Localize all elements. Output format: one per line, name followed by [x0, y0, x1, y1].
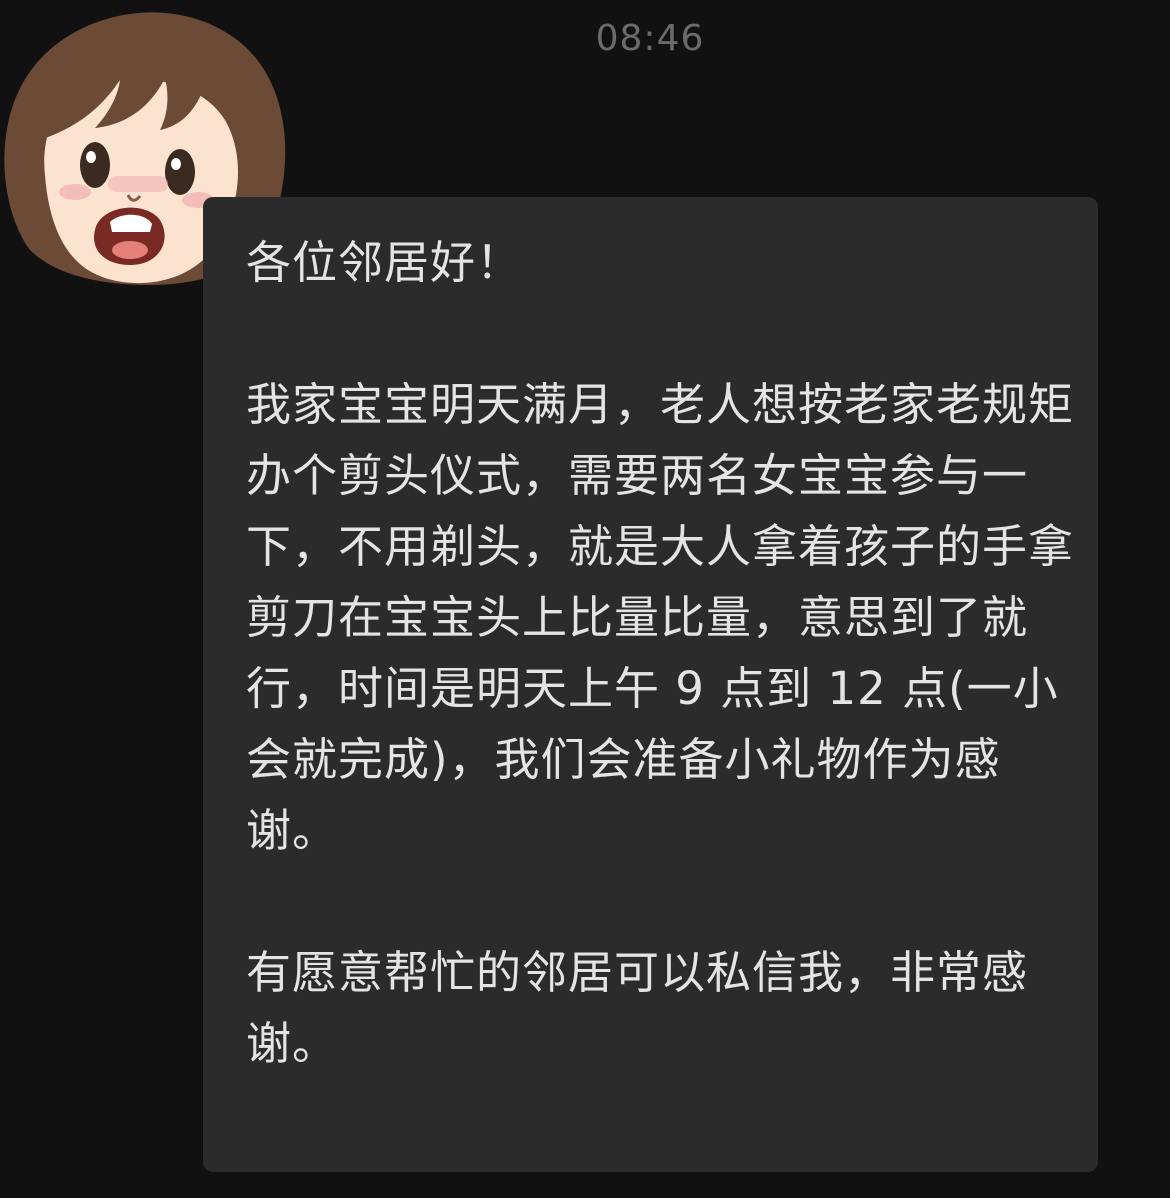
message-bubble[interactable]: 各位邻居好！ 我家宝宝明天满月，老人想按老家老规矩办个剪头仪式，需要两名女宝宝参…: [203, 197, 1098, 1172]
message-greeting: 各位邻居好！: [246, 236, 523, 289]
message-text: 各位邻居好！ 我家宝宝明天满月，老人想按老家老规矩办个剪头仪式，需要两名女宝宝参…: [246, 227, 1076, 1079]
message-body: 我家宝宝明天满月，老人想按老家老规矩办个剪头仪式，需要两名女宝宝参与一下，不用剃…: [246, 378, 1075, 857]
message-closing: 有愿意帮忙的邻居可以私信我，非常感谢。: [246, 946, 1029, 1070]
